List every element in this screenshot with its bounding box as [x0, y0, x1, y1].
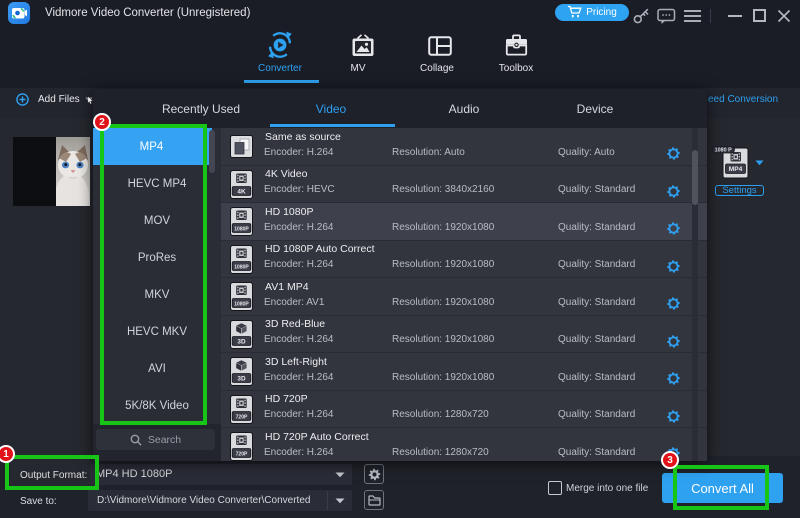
svg-text:720P: 720P: [236, 451, 248, 457]
svg-text:4K: 4K: [237, 188, 246, 195]
svg-text:1080 P: 1080 P: [715, 148, 732, 154]
svg-text:1080P: 1080P: [234, 264, 249, 270]
svg-text:1080P: 1080P: [234, 301, 249, 307]
svg-text:3D: 3D: [237, 375, 246, 382]
svg-text:1080P: 1080P: [234, 226, 249, 232]
svg-text:MP4: MP4: [729, 166, 743, 173]
svg-text:720P: 720P: [236, 414, 248, 420]
svg-text:3D: 3D: [237, 338, 246, 345]
